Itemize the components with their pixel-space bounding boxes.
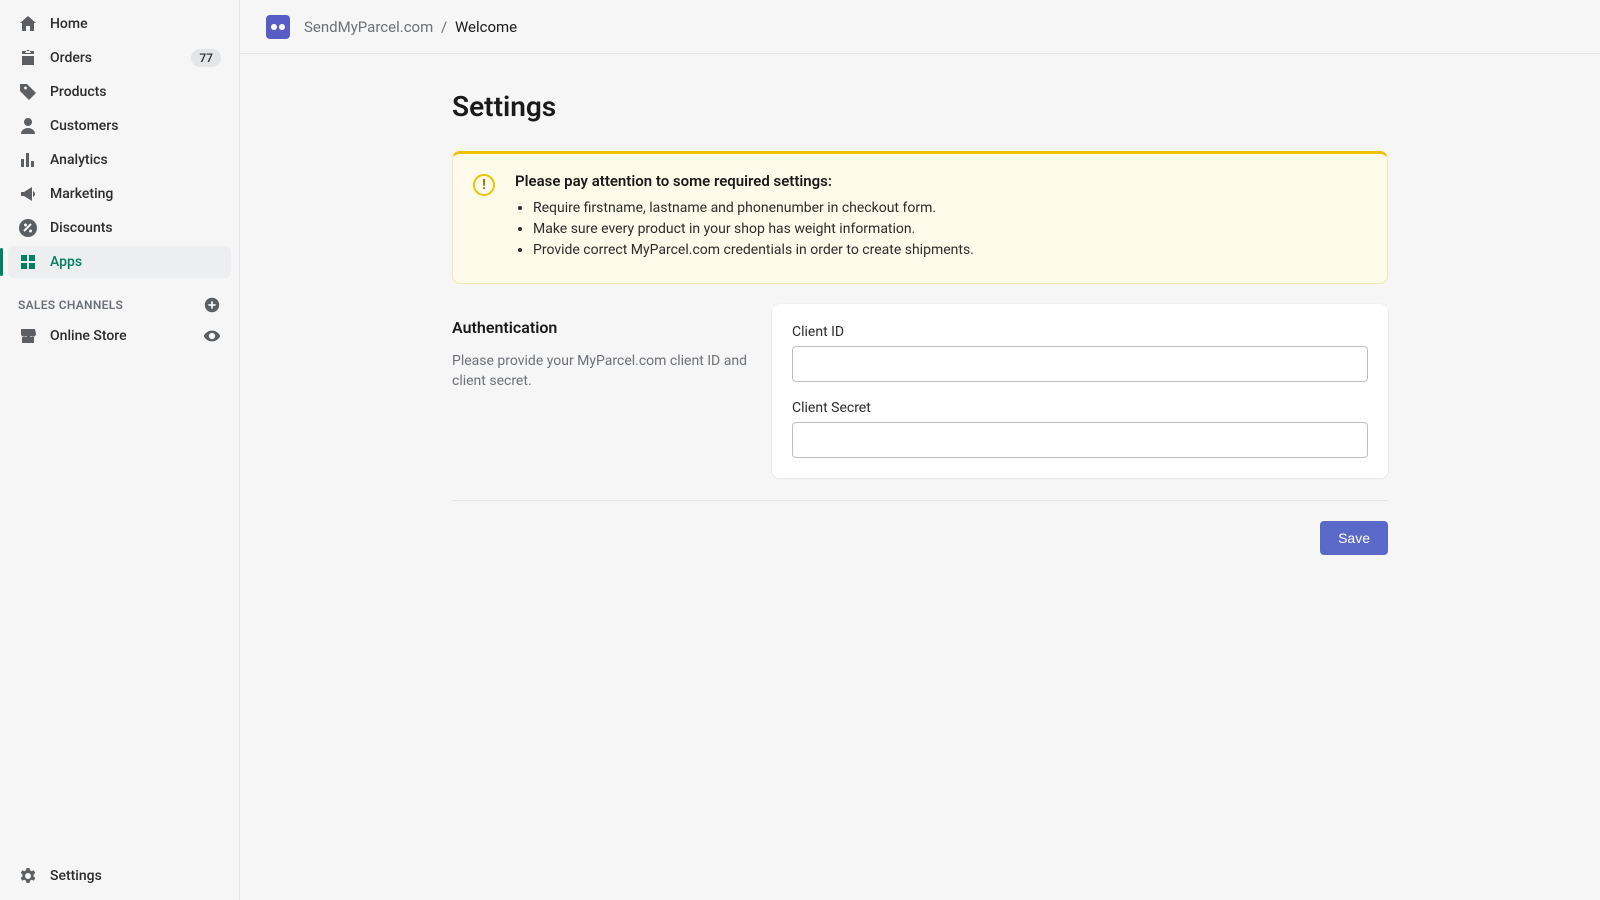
sidebar-item-label: Marketing [50, 186, 221, 202]
topbar: SendMyParcel.com / Welcome [240, 0, 1600, 54]
sidebar-item-customers[interactable]: Customers [8, 110, 231, 142]
sidebar-item-products[interactable]: Products [8, 76, 231, 108]
save-button[interactable]: Save [1320, 521, 1388, 555]
section-heading: Authentication [452, 318, 752, 337]
sidebar-item-analytics[interactable]: Analytics [8, 144, 231, 176]
customers-icon [18, 116, 38, 136]
view-icon[interactable] [203, 327, 221, 345]
breadcrumb-app[interactable]: SendMyParcel.com [304, 18, 433, 36]
store-icon [18, 326, 38, 346]
products-icon [18, 82, 38, 102]
client-id-input[interactable] [792, 346, 1368, 382]
sidebar-item-label: Settings [50, 868, 221, 884]
orders-badge: 77 [191, 49, 221, 67]
sidebar-item-home[interactable]: Home [8, 8, 231, 40]
marketing-icon [18, 184, 38, 204]
sidebar-item-label: Products [50, 84, 221, 100]
app-logo-icon [266, 15, 290, 39]
client-secret-label: Client Secret [792, 400, 1368, 416]
analytics-icon [18, 150, 38, 170]
page-title: Settings [452, 90, 1388, 123]
sidebar-item-settings[interactable]: Settings [8, 860, 231, 892]
sidebar-item-label: Analytics [50, 152, 221, 168]
divider [452, 500, 1388, 501]
authentication-section: Authentication Please provide your MyPar… [452, 304, 1388, 478]
sidebar-item-label: Discounts [50, 220, 221, 236]
main: SendMyParcel.com / Welcome Settings ! Pl… [240, 0, 1600, 900]
banner-title: Please pay attention to some required se… [515, 172, 974, 190]
orders-icon [18, 48, 38, 68]
client-secret-input[interactable] [792, 422, 1368, 458]
sidebar-item-discounts[interactable]: Discounts [8, 212, 231, 244]
banner-list: Require firstname, lastname and phonenum… [515, 200, 974, 258]
discounts-icon [18, 218, 38, 238]
breadcrumb-current: Welcome [455, 18, 517, 36]
client-id-label: Client ID [792, 324, 1368, 340]
sidebar: Home Orders 77 Products Customers Analyt… [0, 0, 240, 900]
sidebar-item-label: Customers [50, 118, 221, 134]
apps-icon [18, 252, 38, 272]
sidebar-item-orders[interactable]: Orders 77 [8, 42, 231, 74]
banner-body: Please pay attention to some required se… [515, 172, 974, 263]
client-secret-group: Client Secret [792, 400, 1368, 458]
gear-icon [18, 866, 38, 886]
warning-banner: ! Please pay attention to some required … [452, 151, 1388, 284]
breadcrumb: SendMyParcel.com / Welcome [304, 18, 517, 36]
sidebar-item-label: Orders [50, 50, 179, 66]
sidebar-item-label: Home [50, 16, 221, 32]
sidebar-item-label: Apps [50, 254, 221, 270]
primary-nav: Home Orders 77 Products Customers Analyt… [8, 8, 231, 278]
section-description: Please provide your MyParcel.com client … [452, 351, 752, 392]
banner-item: Make sure every product in your shop has… [533, 221, 974, 237]
banner-item: Require firstname, lastname and phonenum… [533, 200, 974, 216]
breadcrumb-separator: / [441, 18, 447, 36]
client-id-group: Client ID [792, 324, 1368, 382]
page: Settings ! Please pay attention to some … [452, 54, 1388, 595]
sidebar-item-apps[interactable]: Apps [8, 246, 231, 278]
page-actions: Save [452, 521, 1388, 555]
home-icon [18, 14, 38, 34]
sidebar-item-online-store[interactable]: Online Store [8, 320, 231, 352]
sidebar-item-label: Online Store [50, 328, 191, 344]
warning-icon: ! [473, 174, 495, 196]
section-info: Authentication Please provide your MyPar… [452, 304, 752, 478]
section-header-label: SALES CHANNELS [18, 298, 123, 312]
sidebar-item-marketing[interactable]: Marketing [8, 178, 231, 210]
sales-channels-header: SALES CHANNELS [8, 278, 231, 320]
banner-item: Provide correct MyParcel.com credentials… [533, 242, 974, 258]
auth-card: Client ID Client Secret [772, 304, 1388, 478]
add-channel-icon[interactable] [203, 296, 221, 314]
